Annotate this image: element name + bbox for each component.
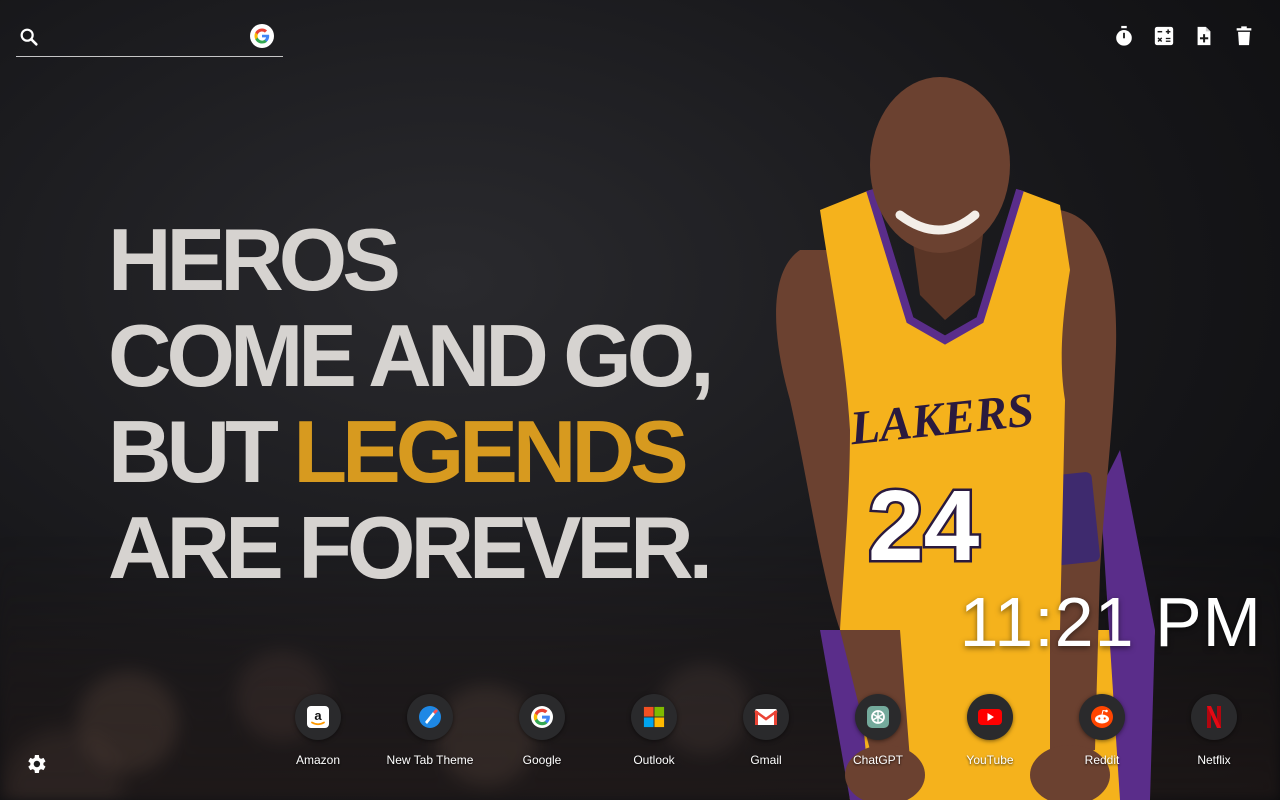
quote-line-2: COME AND GO,: [108, 306, 715, 405]
toolbar: [1112, 24, 1256, 48]
shortcut-label: YouTube: [966, 753, 1014, 767]
player-illustration: LAKERS 24: [776, 77, 1155, 800]
quote-line-1: HEROS: [108, 210, 401, 309]
shortcut-youtube[interactable]: YouTube: [934, 694, 1046, 767]
gear-icon[interactable]: [24, 752, 48, 776]
shortcut-bar: a Amazon New Tab Theme Google Outlook Gm…: [262, 694, 1270, 767]
quote-line-3: BUT LEGENDS: [108, 404, 728, 500]
trash-icon[interactable]: [1232, 24, 1256, 48]
youtube-icon[interactable]: [967, 694, 1013, 740]
shortcut-new-tab-theme[interactable]: New Tab Theme: [374, 694, 486, 767]
chatgpt-icon[interactable]: [855, 694, 901, 740]
google-icon[interactable]: [519, 694, 565, 740]
shortcut-netflix[interactable]: Netflix: [1158, 694, 1270, 767]
shortcut-label: Outlook: [633, 753, 675, 767]
quote-line-4: ARE FOREVER.: [108, 498, 713, 597]
new-tab-theme-icon[interactable]: [407, 694, 453, 740]
shortcut-outlook[interactable]: Outlook: [598, 694, 710, 767]
note-add-icon[interactable]: [1192, 24, 1216, 48]
shortcut-chatgpt[interactable]: ChatGPT: [822, 694, 934, 767]
shortcut-label: Amazon: [295, 753, 341, 767]
shortcut-gmail[interactable]: Gmail: [710, 694, 822, 767]
shortcut-reddit[interactable]: Reddit: [1046, 694, 1158, 767]
search-input[interactable]: [50, 24, 244, 52]
jersey-number-text: 24: [868, 470, 980, 582]
clock: 11:21 PM: [959, 583, 1262, 661]
shortcut-label: ChatGPT: [852, 753, 903, 767]
shortcut-label: Netflix: [1197, 753, 1231, 767]
svg-text:a: a: [314, 708, 322, 723]
shortcut-label: Gmail: [750, 753, 782, 767]
amazon-icon[interactable]: a: [295, 694, 341, 740]
gmail-icon[interactable]: [743, 694, 789, 740]
quote-line-3-prefix: BUT: [108, 402, 294, 501]
shortcut-label: Google: [522, 753, 562, 767]
search-bar[interactable]: [16, 20, 283, 57]
calculator-icon[interactable]: [1152, 24, 1176, 48]
reddit-icon[interactable]: [1079, 694, 1125, 740]
shortcut-label: Reddit: [1084, 753, 1120, 767]
quote-accent-word: LEGENDS: [293, 402, 688, 501]
timer-icon[interactable]: [1112, 24, 1136, 48]
shortcut-amazon[interactable]: a Amazon: [262, 694, 374, 767]
shortcut-label: New Tab Theme: [386, 753, 474, 767]
search-icon[interactable]: [18, 26, 40, 48]
shortcut-google[interactable]: Google: [486, 694, 598, 767]
outlook-icon[interactable]: [631, 694, 677, 740]
netflix-icon[interactable]: [1191, 694, 1237, 740]
hero-quote: HEROS COME AND GO, BUT LEGENDS ARE FOREV…: [108, 212, 728, 596]
google-icon[interactable]: [250, 24, 274, 48]
